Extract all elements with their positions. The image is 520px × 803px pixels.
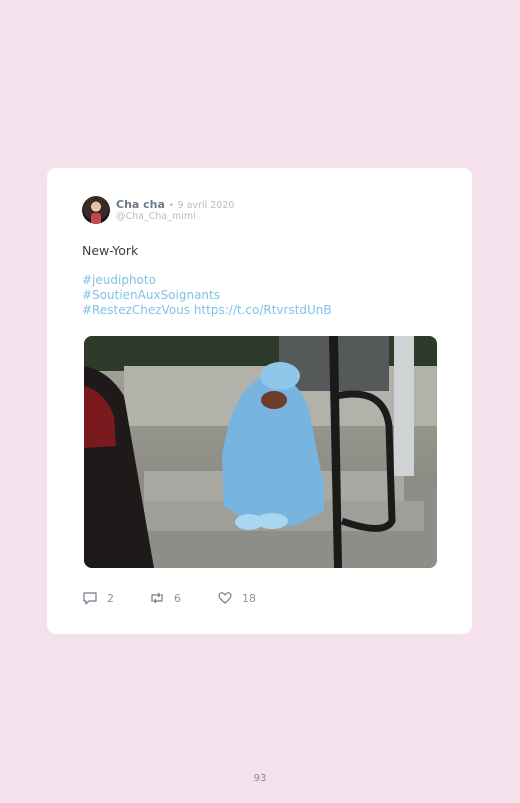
tweet-text: New-York bbox=[82, 243, 139, 258]
hashtag-link[interactable]: #jeudiphoto bbox=[82, 273, 156, 287]
author-name[interactable]: Cha cha bbox=[116, 198, 165, 211]
like-count: 18 bbox=[242, 591, 256, 605]
tweet-photo[interactable] bbox=[84, 336, 437, 568]
avatar[interactable] bbox=[82, 196, 110, 224]
page-number: 93 bbox=[253, 773, 267, 784]
heart-icon bbox=[218, 592, 232, 604]
reply-count: 2 bbox=[107, 591, 114, 605]
hashtag-link[interactable]: #SoutienAuxSoignants bbox=[82, 288, 220, 302]
tweet-card: Cha cha • 9 avril 2020 @Cha_Cha_mimi New… bbox=[47, 168, 472, 634]
hashtag-link[interactable]: #RestezChezVous bbox=[82, 303, 190, 317]
tweet-header: Cha cha • 9 avril 2020 bbox=[116, 198, 234, 211]
tweet-url-link[interactable]: https://t.co/RtvrstdUnB bbox=[194, 303, 332, 317]
retweet-count: 6 bbox=[174, 591, 181, 605]
photo-illustration bbox=[84, 336, 437, 568]
header-separator: • bbox=[168, 200, 175, 211]
comment-icon bbox=[83, 592, 97, 605]
author-handle[interactable]: @Cha_Cha_mimi bbox=[116, 211, 196, 222]
retweet-icon bbox=[151, 592, 163, 604]
like-action[interactable]: 18 bbox=[217, 590, 256, 606]
tweet-actions: 2 6 18 bbox=[82, 590, 422, 606]
tweet-date[interactable]: 9 avril 2020 bbox=[178, 200, 235, 211]
tweet-hashtags: #jeudiphoto #SoutienAuxSoignants #Restez… bbox=[82, 273, 332, 318]
retweet-action[interactable]: 6 bbox=[149, 590, 181, 606]
reply-action[interactable]: 2 bbox=[82, 590, 114, 606]
